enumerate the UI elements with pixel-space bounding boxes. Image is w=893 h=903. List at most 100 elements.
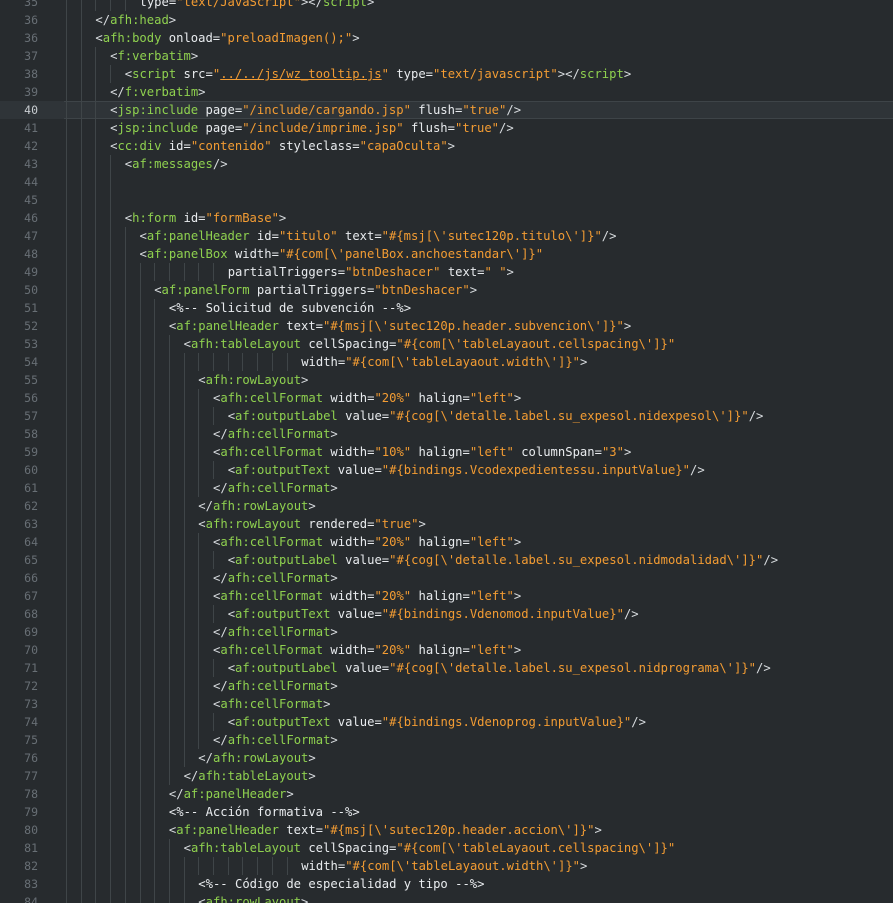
code-line[interactable]: 66 </afh:cellFormat> [0,569,893,587]
code-line[interactable]: 80 <af:panelHeader text="#{msj[\'sutec120… [0,821,893,839]
code-line[interactable]: 71 <af:outputLabel value="#{cog[\'detalle… [0,659,893,677]
code-text[interactable]: <afh:tableLayout cellSpacing="#{com[\'ta… [184,839,676,857]
code-text[interactable]: <afh:rowLayout rendered="true"> [198,515,425,533]
code-text[interactable]: <afh:body onload="preloadImagen();"> [95,29,359,47]
code-text[interactable]: <%-- Acción formativa --%> [169,803,360,821]
code-text[interactable]: <af:outputLabel value="#{cog[\'detalle.l… [228,659,771,677]
code-line[interactable]: 57 <af:outputLabel value="#{cog[\'detalle… [0,407,893,425]
code-text[interactable]: <af:outputText value="#{bindings.Vdenopr… [228,713,646,731]
code-line[interactable]: 56 <afh:cellFormat width="20%" halign="le… [0,389,893,407]
code-text[interactable]: </afh:cellFormat> [213,731,338,749]
code-line[interactable]: 75 </afh:cellFormat> [0,731,893,749]
code-line[interactable]: 45 [0,191,893,209]
code-line[interactable]: 69 </afh:cellFormat> [0,623,893,641]
code-text[interactable]: </afh:rowLayout> [198,749,315,767]
code-line[interactable]: 82 width="#{com[\'tableLayaout.width\']}"… [0,857,893,875]
code-line[interactable]: 79 <%-- Acción formativa --%> [0,803,893,821]
code-text[interactable]: <f:verbatim> [110,47,198,65]
code-text[interactable]: </afh:cellFormat> [213,623,338,641]
code-line[interactable]: 55 <afh:rowLayout> [0,371,893,389]
code-text[interactable]: <af:panelHeader text="#{msj[\'sutec120p.… [169,317,631,335]
code-text[interactable]: partialTriggers="btnDeshacer" text=" "> [228,263,514,281]
code-line[interactable]: 81 <afh:tableLayout cellSpacing="#{com[\'… [0,839,893,857]
code-text[interactable]: <af:panelHeader id="titulo" text="#{msj[… [140,227,617,245]
code-text[interactable]: width="#{com[\'tableLayaout.width\']}"> [301,857,587,875]
code-text[interactable]: <af:outputText value="#{bindings.Vdenomo… [228,605,639,623]
code-text[interactable]: <jsp:include page="/include/cargando.jsp… [110,101,521,119]
code-line[interactable]: 44 [0,173,893,191]
code-line[interactable]: 36 <afh:body onload="preloadImagen();"> [0,29,893,47]
code-text[interactable]: <afh:cellFormat width="10%" halign="left… [213,443,631,461]
code-text[interactable]: <af:outputLabel value="#{cog[\'detalle.l… [228,551,778,569]
code-line[interactable]: 43 <af:messages/> [0,155,893,173]
code-line[interactable]: 49 partialTriggers="btnDeshacer" text=" "… [0,263,893,281]
code-line[interactable]: 36 </afh:head> [0,11,893,29]
code-line-current[interactable]: 40 <jsp:include page="/include/cargando.j… [0,101,893,119]
code-line[interactable]: 68 <af:outputText value="#{bindings.Vdeno… [0,605,893,623]
code-text[interactable]: <%-- Código de especialidad y tipo --%> [198,875,484,893]
code-line[interactable]: 76 </afh:rowLayout> [0,749,893,767]
code-line[interactable]: 52 <af:panelHeader text="#{msj[\'sutec120… [0,317,893,335]
code-text[interactable]: </afh:cellFormat> [213,677,338,695]
code-text[interactable]: </afh:rowLayout> [198,497,315,515]
code-text[interactable]: </afh:cellFormat> [213,569,338,587]
code-text[interactable]: width="#{com[\'tableLayaout.width\']}"> [301,353,587,371]
code-line[interactable]: 65 <af:outputLabel value="#{cog[\'detalle… [0,551,893,569]
code-text[interactable]: <afh:tableLayout cellSpacing="#{com[\'ta… [184,335,676,353]
code-line[interactable]: 50 <af:panelForm partialTriggers="btnDesh… [0,281,893,299]
code-text[interactable]: </af:panelHeader> [169,785,294,803]
code-text[interactable]: </afh:cellFormat> [213,425,338,443]
code-text[interactable]: <af:outputText value="#{bindings.Vcodexp… [228,461,705,479]
code-text[interactable]: type="text/JavaScript"></script> [140,0,375,11]
code-text[interactable]: <script src="../../js/wz_tooltip.js" typ… [125,65,631,83]
code-text[interactable]: <af:panelHeader text="#{msj[\'sutec120p.… [169,821,602,839]
code-text[interactable]: <afh:rowLayout> [198,893,308,903]
code-text[interactable]: <%-- Solicitud de subvención --%> [169,299,411,317]
code-text[interactable]: </afh:tableLayout> [184,767,316,785]
code-line[interactable]: 83 <%-- Código de especialidad y tipo --%… [0,875,893,893]
code-line[interactable]: 35 type="text/JavaScript"></script> [0,0,893,11]
code-line[interactable]: 48 <af:panelBox width="#{com[\'panelBox.a… [0,245,893,263]
code-line[interactable]: 62 </afh:rowLayout> [0,497,893,515]
code-text[interactable]: <af:panelForm partialTriggers="btnDeshac… [154,281,477,299]
code-text[interactable]: <jsp:include page="/include/imprime.jsp"… [110,119,514,137]
code-text[interactable]: </f:verbatim> [110,83,205,101]
code-line[interactable]: 60 <af:outputText value="#{bindings.Vcode… [0,461,893,479]
code-line[interactable]: 78 </af:panelHeader> [0,785,893,803]
code-text[interactable]: <afh:cellFormat width="20%" halign="left… [213,587,521,605]
code-line[interactable]: 42 <cc:div id="contenido" styleclass="cap… [0,137,893,155]
code-line[interactable]: 51 <%-- Solicitud de subvención --%> [0,299,893,317]
code-line[interactable]: 72 </afh:cellFormat> [0,677,893,695]
code-line[interactable]: 59 <afh:cellFormat width="10%" halign="le… [0,443,893,461]
code-line[interactable]: 39 </f:verbatim> [0,83,893,101]
code-line[interactable]: 47 <af:panelHeader id="titulo" text="#{ms… [0,227,893,245]
code-line[interactable]: 63 <afh:rowLayout rendered="true"> [0,515,893,533]
code-text[interactable]: <afh:cellFormat width="20%" halign="left… [213,641,521,659]
code-text[interactable]: <afh:cellFormat width="20%" halign="left… [213,533,521,551]
code-line[interactable]: 37 <f:verbatim> [0,47,893,65]
code-text[interactable]: <afh:cellFormat width="20%" halign="left… [213,389,521,407]
code-text[interactable]: <af:messages/> [125,155,228,173]
code-text[interactable]: <cc:div id="contenido" styleclass="capaO… [110,137,455,155]
code-text[interactable]: </afh:cellFormat> [213,479,338,497]
code-line[interactable]: 70 <afh:cellFormat width="20%" halign="le… [0,641,893,659]
code-line[interactable]: 64 <afh:cellFormat width="20%" halign="le… [0,533,893,551]
code-line[interactable]: 41 <jsp:include page="/include/imprime.js… [0,119,893,137]
code-area[interactable]: 35 type="text/JavaScript"></script> 36 </af… [0,0,893,903]
code-line[interactable]: 73 <afh:cellFormat> [0,695,893,713]
code-line[interactable]: 38 <script src="../../js/wz_tooltip.js" t… [0,65,893,83]
code-text[interactable]: <af:outputLabel value="#{cog[\'detalle.l… [228,407,764,425]
code-text[interactable]: <af:panelBox width="#{com[\'panelBox.anc… [140,245,544,263]
code-line[interactable]: 53 <afh:tableLayout cellSpacing="#{com[\'… [0,335,893,353]
code-line[interactable]: 61 </afh:cellFormat> [0,479,893,497]
code-text[interactable]: <h:form id="formBase"> [125,209,286,227]
code-text[interactable]: <afh:rowLayout> [198,371,308,389]
code-line[interactable]: 84 <afh:rowLayout> [0,893,893,903]
code-text[interactable]: <afh:cellFormat> [213,695,330,713]
code-line[interactable]: 46 <h:form id="formBase"> [0,209,893,227]
code-line[interactable]: 67 <afh:cellFormat width="20%" halign="le… [0,587,893,605]
code-line[interactable]: 54 width="#{com[\'tableLayaout.width\']}"… [0,353,893,371]
code-line[interactable]: 58 </afh:cellFormat> [0,425,893,443]
code-text[interactable]: </afh:head> [95,11,176,29]
code-line[interactable]: 74 <af:outputText value="#{bindings.Vdeno… [0,713,893,731]
